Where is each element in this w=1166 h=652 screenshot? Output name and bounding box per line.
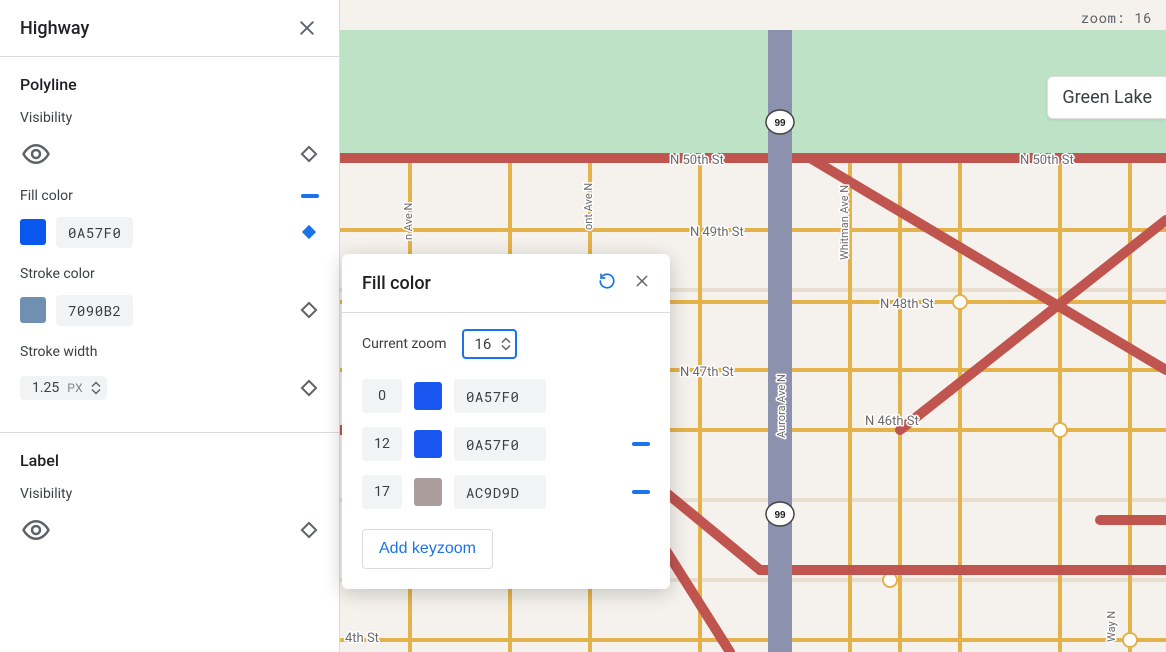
diamond-icon[interactable]	[299, 144, 319, 164]
minus-icon[interactable]	[301, 194, 319, 198]
svg-text:N 50th St: N 50th St	[1020, 153, 1074, 168]
stroke-color-hex[interactable]: 7090B2	[56, 295, 133, 326]
svg-text:4th St: 4th St	[345, 631, 379, 646]
current-zoom-row: Current zoom 16	[362, 329, 650, 359]
svg-text:n Ave N: n Ave N	[402, 203, 415, 240]
keyzoom-list: 0 0A57F0 12 0A57F0 17 AC9D9D	[362, 379, 650, 509]
section-polyline: Polyline Visibility Fill color	[0, 57, 339, 422]
diamond-icon[interactable]	[299, 300, 319, 320]
eye-icon[interactable]	[20, 138, 52, 170]
stepper-icon[interactable]	[501, 337, 511, 351]
reset-icon[interactable]	[598, 272, 616, 294]
keyzoom-row: 0 0A57F0	[362, 379, 650, 413]
fill-color-label: Fill color	[20, 188, 73, 204]
diamond-icon[interactable]	[299, 378, 319, 398]
keyzoom-hex[interactable]: 0A57F0	[454, 379, 546, 413]
visibility-label: Visibility	[20, 110, 319, 126]
section-title-polyline: Polyline	[20, 75, 319, 94]
keyzoom-zoom[interactable]: 0	[362, 379, 402, 413]
svg-text:N 49th St: N 49th St	[690, 225, 744, 240]
keyzoom-row: 12 0A57F0	[362, 427, 650, 461]
visibility-label: Visibility	[20, 486, 319, 502]
eye-icon[interactable]	[20, 514, 52, 546]
close-icon[interactable]	[295, 16, 319, 40]
svg-text:N 48th St: N 48th St	[880, 297, 934, 312]
keyzoom-hex[interactable]: AC9D9D	[454, 475, 546, 509]
svg-text:Aurora Ave N: Aurora Ave N	[775, 374, 788, 438]
stroke-width-value: 1.25	[32, 380, 59, 396]
svg-text:Way N: Way N	[1105, 611, 1118, 642]
svg-text:N 50th St: N 50th St	[670, 153, 724, 168]
sidebar: Highway Polyline Visibility	[0, 0, 340, 652]
current-zoom-label: Current zoom	[362, 336, 446, 352]
fill-color-hex[interactable]: 0A57F0	[56, 217, 133, 248]
keyzoom-hex[interactable]: 0A57F0	[454, 427, 546, 461]
visibility-row	[20, 138, 319, 170]
close-icon[interactable]	[634, 273, 650, 293]
svg-text:ont Ave N: ont Ave N	[582, 183, 595, 230]
sidebar-header: Highway	[0, 0, 339, 57]
fill-color-row: 0A57F0	[20, 216, 319, 248]
current-zoom-input[interactable]: 16	[462, 329, 517, 359]
keyzoom-zoom[interactable]: 12	[362, 427, 402, 461]
fill-color-popover: Fill color Current zoom 16	[342, 254, 670, 589]
stroke-width-label: Stroke width	[20, 344, 319, 360]
keyzoom-swatch[interactable]	[414, 430, 442, 458]
svg-text:99: 99	[774, 510, 786, 521]
popover-title: Fill color	[362, 273, 431, 294]
zoom-readout: zoom: 16	[1081, 8, 1152, 27]
add-keyzoom-button[interactable]: Add keyzoom	[362, 529, 493, 569]
stroke-color-label: Stroke color	[20, 266, 319, 282]
minus-icon[interactable]	[632, 442, 650, 446]
keyzoom-swatch[interactable]	[414, 478, 442, 506]
diamond-icon[interactable]	[299, 520, 319, 540]
keyzoom-row: 17 AC9D9D	[362, 475, 650, 509]
keyzoom-zoom[interactable]: 17	[362, 475, 402, 509]
visibility-row	[20, 514, 319, 546]
keyzoom-swatch[interactable]	[414, 382, 442, 410]
minus-icon[interactable]	[632, 490, 650, 494]
svg-text:N 47th St: N 47th St	[680, 365, 734, 380]
section-label: Label Visibility	[0, 433, 339, 564]
sidebar-title: Highway	[20, 18, 89, 39]
svg-text:N 46th St: N 46th St	[865, 414, 919, 429]
stroke-width-input[interactable]: 1.25 PX	[20, 376, 107, 400]
diamond-filled-icon[interactable]	[299, 222, 319, 242]
svg-text:Whitman Ave N: Whitman Ave N	[838, 185, 851, 260]
current-zoom-value: 16	[474, 335, 491, 353]
popover-header: Fill color	[342, 254, 670, 313]
stroke-width-row: 1.25 PX	[20, 372, 319, 404]
stroke-color-row: 7090B2	[20, 294, 319, 326]
stepper-icon[interactable]	[91, 381, 101, 395]
section-title-label: Label	[20, 451, 319, 470]
stroke-color-swatch[interactable]	[20, 297, 46, 323]
svg-text:99: 99	[774, 118, 786, 129]
stroke-width-unit: PX	[67, 381, 83, 395]
map-place-chip[interactable]: Green Lake	[1047, 76, 1166, 119]
fill-color-swatch[interactable]	[20, 219, 46, 245]
